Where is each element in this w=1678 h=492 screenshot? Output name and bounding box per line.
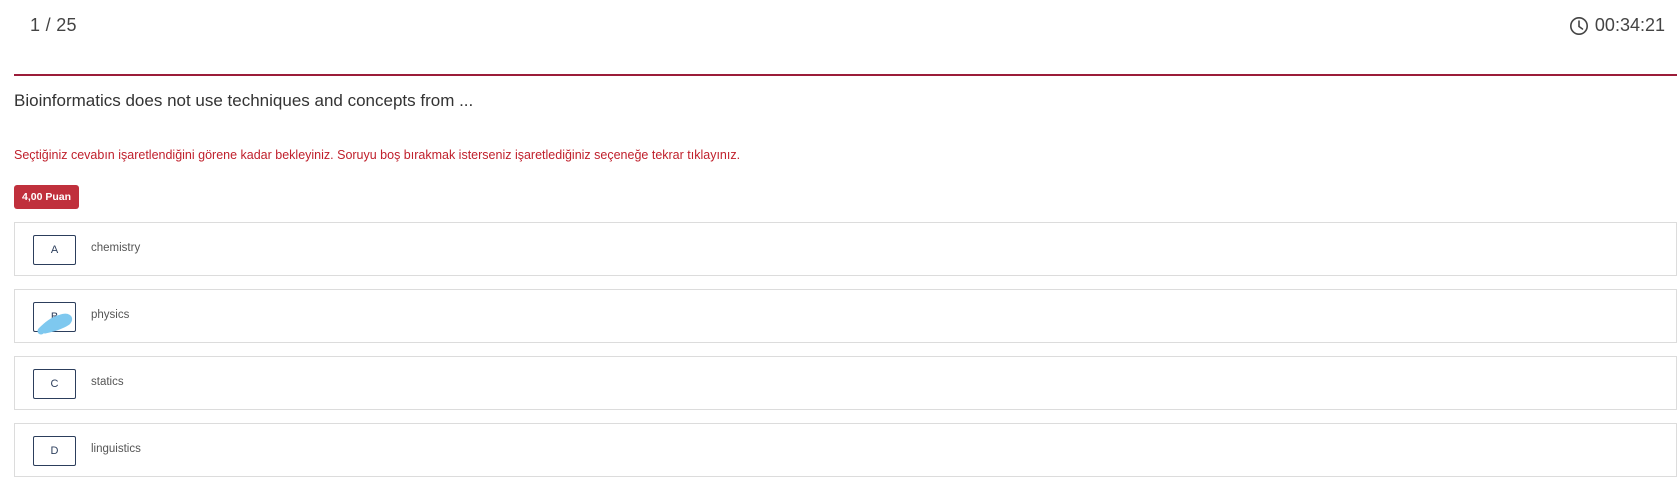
question-text: Bioinformatics does not use techniques a… [14,91,474,110]
option-letter[interactable]: C [33,369,76,399]
option-letter[interactable]: A [33,235,76,265]
option-letter[interactable]: D [33,436,76,466]
option-letter[interactable]: B [33,302,76,332]
option-text: chemistry [91,242,141,254]
question-counter: 1 / 25 [30,15,77,35]
header-divider [14,74,1677,76]
option-text: linguistics [91,443,141,455]
answer-option-b[interactable]: B physics [14,289,1677,343]
clock-icon [1569,16,1589,36]
timer-value: 00:34:21 [1594,15,1665,35]
countdown-timer: 00:34:21 [1569,15,1665,36]
answer-option-a[interactable]: A chemistry [14,222,1677,276]
answer-options: A chemistry B physics C statics D lingui… [14,222,1677,490]
quiz-page: 1 / 25 00:34:21 Bioinformatics does not … [0,0,1678,492]
answer-option-c[interactable]: C statics [14,356,1677,410]
points-badge: 4,00 Puan [14,185,80,209]
option-text: physics [91,309,130,321]
answer-option-d[interactable]: D linguistics [14,423,1677,477]
selection-warning: Seçtiğiniz cevabın işaretlendiğini gören… [14,148,741,162]
option-text: statics [91,376,124,388]
